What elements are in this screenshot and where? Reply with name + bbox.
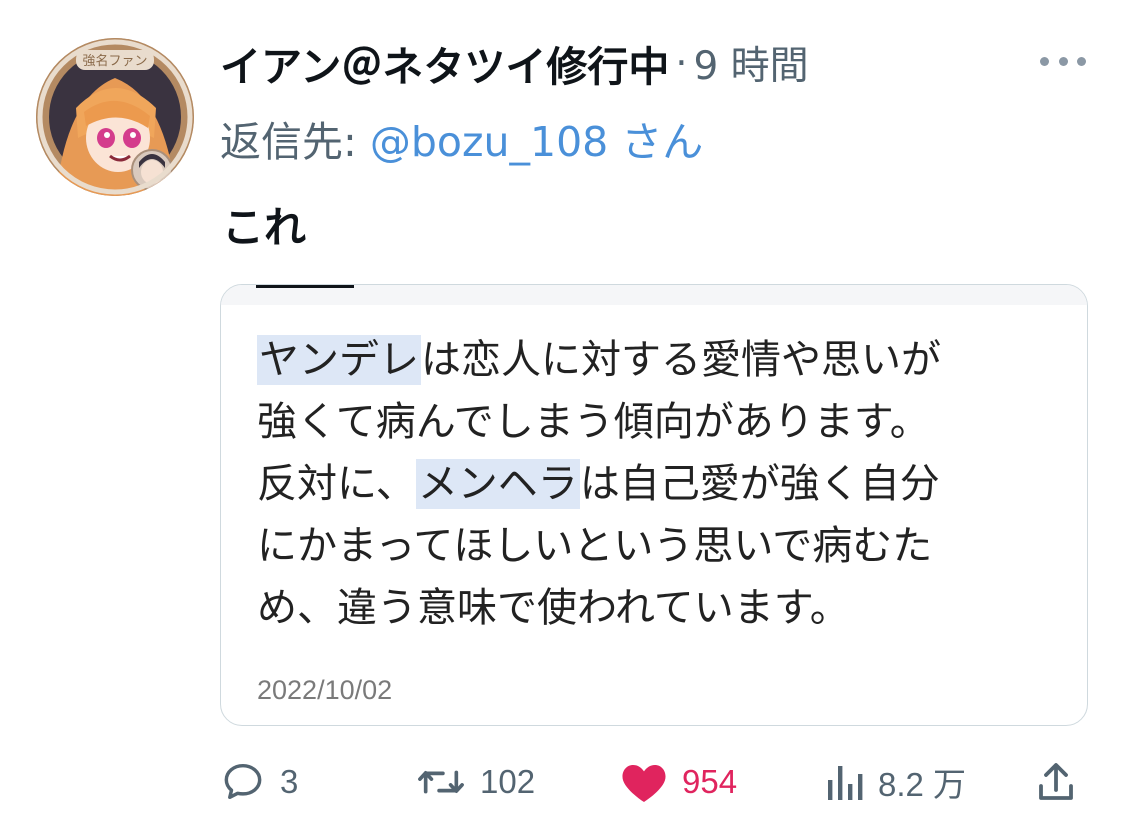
quoted-text-line: 反対に、メンヘラは自己愛が強く自分 [257,453,1057,515]
avatar-image: 強名ファン [36,38,194,196]
quote-divider [256,285,354,288]
retweet-arrows-icon [418,770,464,794]
tweet-text: これ [222,203,307,252]
avatar[interactable]: 強名ファン [36,38,194,196]
share-upload-icon [1039,763,1073,800]
quoted-text: ヤンデレは恋人に対する愛情や思いが 強くて病んでしまう傾向があります。 反対に、メン… [257,329,1057,639]
quoted-text-line: 強くて病んでしまう傾向があります。 [257,391,1057,453]
timestamp[interactable]: 9 時間 [693,35,808,91]
quoted-text-segment: 反対に、 [257,461,416,507]
reply-prefix: 返信先: [220,118,357,166]
share-button[interactable] [1036,752,1076,812]
quoted-text-line: にかまってほしいという思いで病むた [257,515,1057,577]
header-separator: · [675,41,688,85]
quoted-text-segment: にかまってほしいという思いで病むた [257,523,933,569]
retweet-button[interactable]: 102 [416,752,535,812]
reply-handle-link[interactable]: @bozu_108 さん [370,118,703,166]
bar-chart-icon [828,766,863,800]
quoted-text-segment: 強くて病んでしまう傾向があります。 [257,399,930,445]
retweet-count: 102 [480,763,536,800]
like-count: 954 [682,763,738,800]
quoted-text-segment: は自己愛が強く自分 [579,461,940,507]
heart-filled-icon [622,765,666,802]
quoted-text-line: ヤンデレは恋人に対する愛情や思いが [257,329,1057,391]
speech-bubble-icon [224,763,262,800]
highlighted-term: ヤンデレ [257,335,421,385]
quoted-image-card[interactable]: ヤンデレは恋人に対する愛情や思いが 強くて病んでしまう傾向があります。 反対に、メン… [220,284,1088,726]
highlighted-term: メンヘラ [415,459,580,509]
reply-count: 3 [280,763,299,800]
quoted-date: 2022/10/02 [257,675,393,705]
display-name[interactable]: イアン＠ネタツイ修行中 [220,33,669,93]
views-button[interactable]: 8.2 万 [824,752,966,812]
action-bar: 3 102 954 8.2 万 [0,752,1124,812]
quoted-text-line: め、違う意味で使われています。 [257,577,1057,639]
reply-to-line: 返信先: @bozu_108 さん [220,108,703,168]
quoted-text-segment: は恋人に対する愛情や思いが [421,337,941,383]
avatar-badge-text: 強名ファン [82,53,147,69]
reply-button[interactable]: 3 [220,752,298,812]
more-horizontal-icon[interactable] [1040,52,1086,70]
like-button[interactable]: 954 [620,752,737,812]
tweet-header: イアン＠ネタツイ修行中 · 9 時間 [220,34,809,92]
card-top-shade [221,285,1087,305]
views-count: 8.2 万 [878,766,967,803]
quoted-text-segment: め、違う意味で使われています。 [257,585,850,631]
